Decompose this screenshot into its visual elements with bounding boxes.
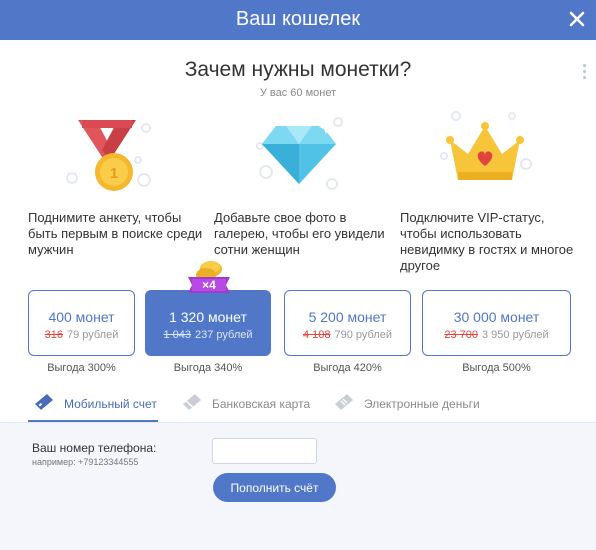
feature-text-raise: Поднимите анкету, чтобы быть первым в по…	[28, 210, 203, 257]
multiplier-text: ×4	[202, 278, 216, 292]
tab-mobile-payment[interactable]: Мобильный счет	[32, 390, 162, 420]
package-old-price: 1 043	[163, 329, 191, 341]
crown-icon	[440, 111, 532, 180]
window-title: Ваш кошелек	[235, 8, 361, 30]
tab-label: Электронные деньги	[364, 397, 480, 411]
tab-label: Банковская карта	[212, 397, 311, 411]
feature-text-photo: Добавьте свое фото в галерею, чтобы его …	[214, 210, 385, 257]
package-price: 1 043 237 рублей	[163, 329, 253, 341]
package-amount: 30 000 монет	[453, 309, 540, 325]
package-amount: 400 монет	[48, 309, 115, 325]
window-titlebar: Ваш кошелек	[0, 0, 596, 40]
phone-hint: например: +79123344555	[32, 457, 139, 467]
multiplier-badge: ×4	[188, 261, 230, 293]
package-price: 23 700 3 950 рублей	[444, 329, 549, 341]
package-benefit: Выгода 500%	[462, 362, 531, 374]
package-benefit: Выгода 340%	[173, 362, 243, 374]
tab-label: Мобильный счет	[64, 397, 157, 411]
package-amount: 5 200 монет	[308, 309, 387, 325]
top-up-button[interactable]: Пополнить счёт	[213, 473, 336, 502]
phone-label: Ваш номер телефона:	[32, 441, 157, 455]
package-old-price: 316	[44, 329, 63, 341]
phone-input[interactable]	[212, 438, 317, 464]
diamond-icon	[256, 117, 343, 190]
feature-text-vip: Подключите VIP-статус, чтобы использоват…	[400, 210, 574, 273]
package-price: 316 79 рублей	[44, 329, 119, 341]
bank-card-icon	[183, 394, 201, 412]
package-amount: 1 320 монет	[169, 309, 247, 325]
package-price: 4 108 790 рублей	[302, 329, 393, 341]
e-money-icon	[335, 394, 353, 410]
package-benefit: Выгода 420%	[313, 362, 382, 374]
package-old-price: 4 108	[302, 329, 331, 341]
coin-balance: У вас 60 монет	[259, 87, 337, 99]
medal-icon: 1	[66, 120, 151, 191]
close-icon[interactable]	[564, 6, 590, 32]
package-old-price: 23 700	[444, 329, 478, 341]
mobile-payment-icon	[35, 394, 53, 410]
package-400-coins[interactable]: 400 монет 316 79 рублей	[28, 290, 135, 356]
svg-text:1: 1	[110, 165, 118, 182]
package-30000-coins[interactable]: 30 000 монет 23 700 3 950 рублей	[422, 290, 571, 356]
tab-e-money[interactable]: Электронные деньги	[332, 390, 492, 420]
package-benefit: Выгода 300%	[47, 362, 116, 374]
page-heading: Зачем нужны монетки?	[184, 58, 412, 81]
tab-bank-card[interactable]: Банковская карта	[180, 390, 320, 420]
package-5200-coins[interactable]: 5 200 монет 4 108 790 рублей	[284, 290, 411, 356]
